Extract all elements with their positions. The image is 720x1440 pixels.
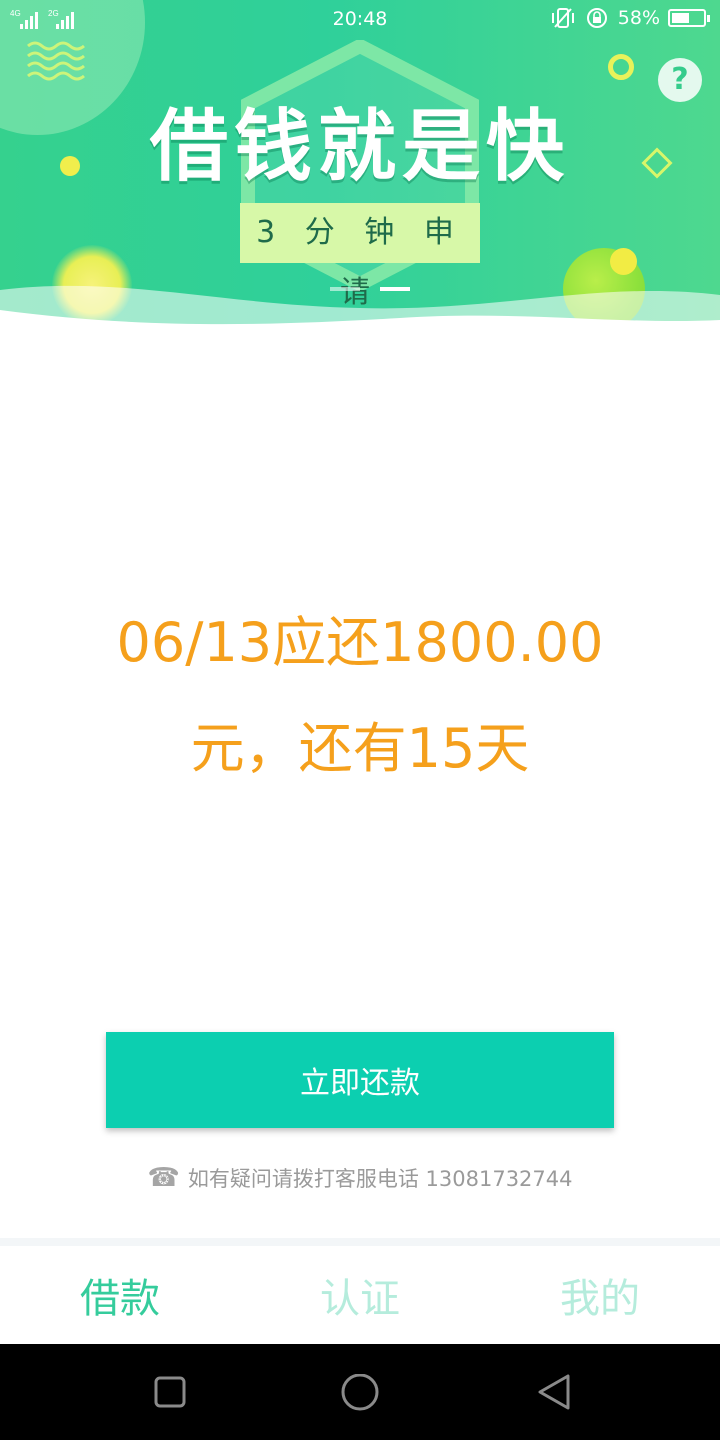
- status-right: 58%: [550, 6, 710, 30]
- carousel-indicator-active[interactable]: [380, 287, 410, 291]
- repayment-due-line-2: 元，还有15天: [190, 717, 530, 780]
- system-navigation-bar: [0, 1344, 720, 1440]
- app-root: 借钱就是快 3 分 钟 申 请 ? 4G 2G 20:48 58% 06/13应…: [0, 0, 720, 1440]
- repay-now-button[interactable]: 立即还款: [106, 1032, 614, 1128]
- battery-tip: [707, 15, 710, 22]
- tab-mine[interactable]: 我的: [480, 1246, 720, 1344]
- circle-icon[interactable]: [340, 1374, 380, 1414]
- carousel-indicators: [330, 287, 410, 291]
- triangle-back-icon[interactable]: [536, 1374, 572, 1410]
- battery-fill: [672, 13, 689, 23]
- banner-wave-edge: [0, 285, 720, 345]
- customer-service-hotline[interactable]: ☎ 如有疑问请拨打客服电话 13081732744: [0, 1163, 720, 1193]
- banner-subheadline: 3 分 钟 申 请: [240, 203, 480, 310]
- promo-banner[interactable]: 借钱就是快 3 分 钟 申 请 ?: [0, 0, 720, 345]
- question-mark-icon: ?: [671, 62, 689, 97]
- tab-borrow-label: 借款: [80, 1276, 160, 1322]
- tab-verify-label: 认证: [320, 1276, 400, 1322]
- hotline-text: 如有疑问请拨打客服电话 13081732744: [187, 1167, 573, 1191]
- phone-icon: ☎: [147, 1163, 180, 1193]
- bottom-tab-bar: 借款 认证 我的: [0, 1238, 720, 1344]
- carousel-indicator[interactable]: [330, 287, 360, 291]
- battery-percent: 58%: [617, 7, 660, 29]
- ring-decoration: [608, 54, 634, 80]
- vibrate-icon: [551, 8, 574, 28]
- status-bar: 4G 2G 20:48 58%: [0, 0, 720, 38]
- battery-icon: [668, 9, 710, 27]
- help-button[interactable]: ?: [658, 58, 702, 102]
- tab-verify[interactable]: 认证: [240, 1246, 480, 1344]
- wave-logo-icon: [27, 41, 85, 81]
- tab-mine-label: 我的: [560, 1276, 640, 1322]
- tab-borrow[interactable]: 借款: [0, 1246, 240, 1344]
- dot-decoration: [60, 156, 80, 176]
- rotation-lock-icon: [586, 8, 607, 28]
- banner-headline: 借钱就是快: [149, 102, 570, 192]
- repayment-due-text: 06/13应还1800.00 元，还有15天: [70, 590, 650, 802]
- repayment-due-line-1: 06/13应还1800.00: [116, 611, 604, 674]
- square-icon[interactable]: [152, 1374, 188, 1410]
